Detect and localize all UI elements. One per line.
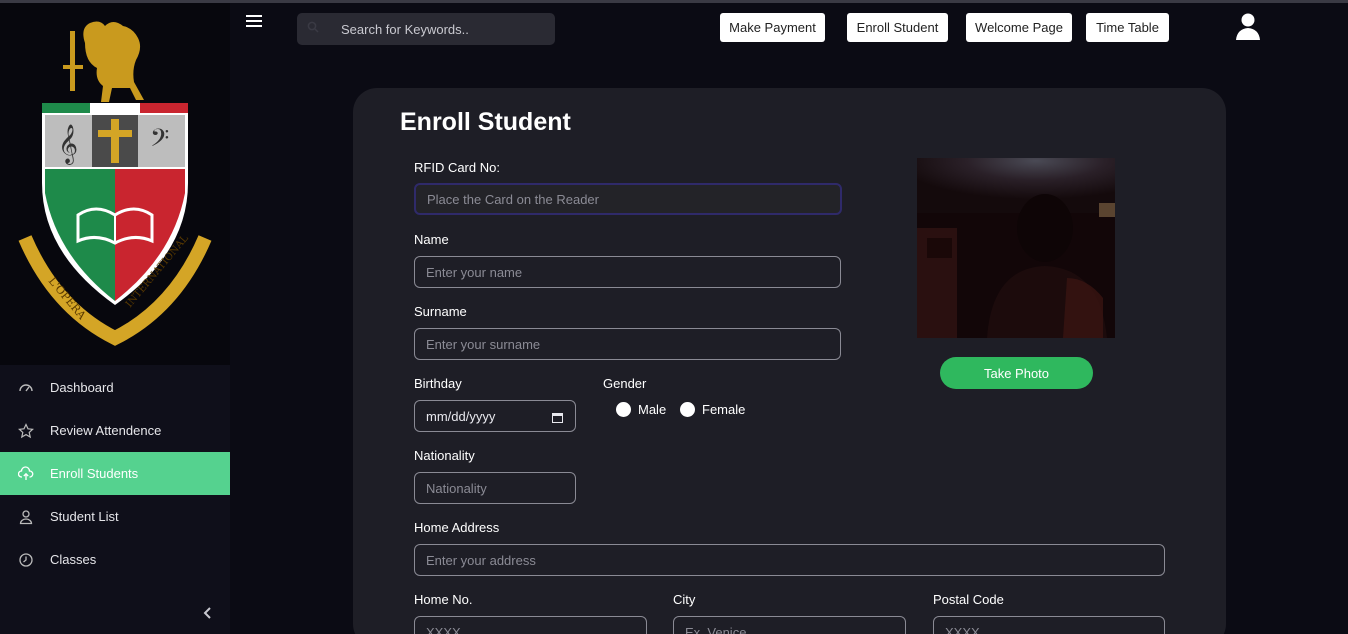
postal-code-label: Postal Code [933,592,1004,607]
city-field[interactable] [673,616,906,634]
sidebar-item-label: Classes [50,552,97,567]
search-input[interactable] [341,21,531,37]
city-input[interactable] [685,624,905,634]
gender-male-label: Male [638,402,667,417]
sidebar-item-student-list[interactable]: Student List [0,495,230,538]
chevron-left-icon [203,607,211,619]
gender-label: Gender [603,376,647,391]
enroll-student-button[interactable]: Enroll Student [847,13,948,42]
page-title: Enroll Student [400,108,571,136]
sidebar-item-enroll-students[interactable]: Enroll Students [0,452,230,495]
surname-input[interactable] [426,336,840,352]
surname-label: Surname [414,304,467,319]
gender-female-label: Female [702,402,746,417]
name-field[interactable] [414,256,841,288]
home-no-input[interactable] [426,624,646,634]
home-address-input[interactable] [426,552,1164,568]
search-bar[interactable] [297,13,555,45]
postal-code-input[interactable] [945,624,1164,634]
gender-female-radio[interactable] [680,402,695,417]
svg-text:𝄢: 𝄢 [150,124,169,159]
take-photo-button[interactable]: Take Photo [940,357,1093,389]
birthday-date-input[interactable]: mm/dd/yyyy [414,400,576,432]
svg-text:L'OPERA: L'OPERA [46,275,89,323]
sidebar-nav: Dashboard Review Attendence Enroll Stude… [0,366,230,581]
home-no-label: Home No. [414,592,473,607]
nationality-input[interactable] [426,480,575,496]
name-label: Name [414,232,449,247]
sidebar-item-label: Review Attendence [50,423,162,438]
sidebar-item-label: Dashboard [50,380,114,395]
clock-icon [18,552,34,568]
user-icon [18,509,34,525]
collapse-sidebar-button[interactable] [198,603,218,623]
rfid-label: RFID Card No: [414,160,500,175]
rfid-input[interactable] [427,191,840,207]
birthday-label: Birthday [414,376,462,391]
surname-field[interactable] [414,328,841,360]
home-no-field[interactable] [414,616,647,634]
sidebar-item-label: Student List [50,509,119,524]
rfid-field[interactable] [414,183,842,215]
postal-code-field[interactable] [933,616,1165,634]
enroll-form-card: Enroll Student RFID Card No: Name Surnam… [353,88,1226,634]
nationality-field[interactable] [414,472,576,504]
make-payment-button[interactable]: Make Payment [720,13,825,42]
gender-male-radio[interactable] [616,402,631,417]
home-address-field[interactable] [414,544,1165,576]
nationality-label: Nationality [414,448,475,463]
menu-toggle-button[interactable] [246,15,262,29]
sidebar-item-label: Enroll Students [50,466,139,481]
dashboard-gauge-icon [18,380,34,396]
student-photo-preview [917,158,1115,338]
welcome-page-button[interactable]: Welcome Page [966,13,1072,42]
school-logo: 𝄞 𝄢 L'OPERA INTERNATIONAL [0,3,230,365]
calendar-icon[interactable] [552,410,563,423]
star-icon [18,422,34,439]
user-avatar-icon[interactable] [1236,12,1260,42]
home-address-label: Home Address [414,520,500,535]
sidebar: 𝄞 𝄢 L'OPERA INTERNATIONAL Dashboard Revi… [0,3,230,634]
name-input[interactable] [426,264,840,280]
sidebar-item-classes[interactable]: Classes [0,538,230,581]
svg-text:𝄞: 𝄞 [58,124,78,165]
search-icon [307,20,321,38]
sidebar-item-review-attendence[interactable]: Review Attendence [0,409,230,452]
birthday-value: mm/dd/yyyy [426,408,496,424]
city-label: City [673,592,696,607]
sidebar-item-dashboard[interactable]: Dashboard [0,366,230,409]
time-table-button[interactable]: Time Table [1086,13,1169,42]
cloud-upload-icon [18,465,34,482]
